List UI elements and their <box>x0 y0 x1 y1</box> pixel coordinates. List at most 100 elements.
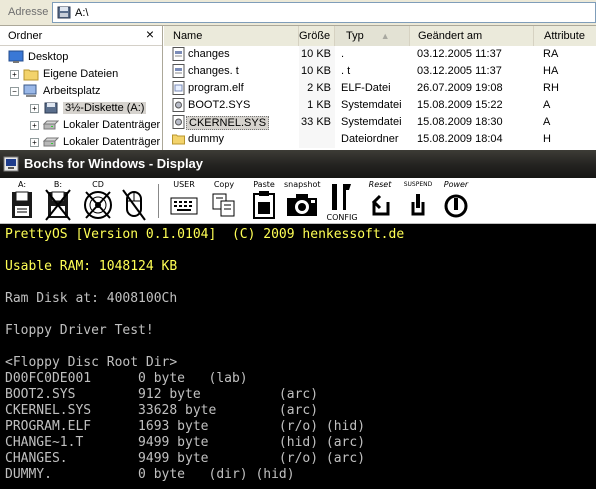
file-row[interactable]: CKERNEL.SYS 33 KB Systemdatei 15.08.2009 18… <box>164 114 596 131</box>
folder-icon <box>172 132 185 146</box>
console-line: CKERNEL.SYS 33628 byte (arc) <box>5 403 319 418</box>
system-file-icon <box>172 98 185 112</box>
file-modified: 03.12.2005 11:37 <box>417 65 502 77</box>
user-keyboard-icon <box>170 197 198 215</box>
column-header-type-label: Typ <box>346 30 364 42</box>
tree-item-my-computer[interactable]: − Arbeitsplatz <box>10 83 100 99</box>
bochs-title-text: Bochs for Windows - Display <box>24 156 204 171</box>
file-attributes: A <box>543 99 551 111</box>
file-row[interactable]: changes 10 KB. 03.12.2005 11:37 RA <box>164 46 596 63</box>
file-type: . <box>341 48 345 60</box>
file-size: 1 KB <box>307 99 331 111</box>
system-file-icon <box>172 115 185 129</box>
bochs-window: Bochs for Windows - Display A: B: CD USE… <box>0 150 596 489</box>
expand-icon[interactable]: + <box>10 69 19 79</box>
tree-item-local-disk-1[interactable]: + Lokaler Datenträger <box>30 117 160 133</box>
text-file-icon <box>172 64 185 78</box>
file-modified: 03.12.2005 11:37 <box>417 48 502 60</box>
tree-item-my-documents[interactable]: + Eigene Dateien <box>10 66 118 82</box>
file-list-header: Name Größe Typ ▲ Geändert am Attribute <box>164 26 596 46</box>
tree-item-label: 3½-Diskette (A:) <box>63 102 147 114</box>
size-column-shade <box>299 131 335 148</box>
file-size: 2 KB <box>307 82 331 94</box>
file-type: Dateiordner <box>341 133 399 145</box>
hard-drive-icon <box>43 137 59 147</box>
floppy-b-icon <box>45 189 71 221</box>
tree-item-local-disk-2[interactable]: + Lokaler Datenträger <box>30 134 160 150</box>
reset-button[interactable]: Reset <box>364 180 396 222</box>
snapshot-icon <box>287 194 317 216</box>
paste-icon <box>253 191 275 219</box>
generic-file-icon <box>172 81 185 95</box>
cdrom-button[interactable]: CD <box>82 180 114 222</box>
file-name: BOOT2.SYS <box>188 99 251 111</box>
copy-icon <box>212 193 235 217</box>
file-size: 10 KB <box>301 48 331 60</box>
column-header-type[interactable]: Typ ▲ <box>335 26 410 46</box>
bochs-title-bar[interactable]: Bochs for Windows - Display <box>0 150 596 178</box>
file-row[interactable]: changes. t 10 KB . t 03.12.2005 11:37 HA <box>164 63 596 80</box>
file-type: . t <box>341 65 351 77</box>
tree-item-label: Desktop <box>28 51 69 63</box>
file-name: changes <box>188 48 230 60</box>
vga-console[interactable]: PrettyOS [Version 0.1.0104] (C) 2009 hen… <box>0 225 596 489</box>
floppy-a-icon <box>12 191 32 218</box>
cdrom-icon <box>84 191 112 219</box>
column-header-attributes[interactable]: Attribute <box>534 26 596 46</box>
address-input[interactable]: A:\ <box>52 2 596 23</box>
config-button[interactable]: CONFIG <box>326 180 358 222</box>
expand-icon[interactable]: + <box>30 103 39 113</box>
mouse-icon <box>122 189 146 221</box>
file-list: Name Größe Typ ▲ Geändert am Attribute c… <box>164 26 596 150</box>
file-size: 33 KB <box>301 116 331 128</box>
floppy-drive-icon <box>44 102 58 114</box>
user-keyboard-button[interactable]: USER <box>168 180 200 222</box>
file-row[interactable]: BOOT2.SYS 1 KB Systemdatei 15.08.2009 15:22… <box>164 97 596 114</box>
suspend-button[interactable]: SUSPEND <box>402 180 434 222</box>
reset-icon <box>371 194 390 216</box>
bochs-app-icon <box>3 156 19 172</box>
suspend-icon <box>411 194 425 216</box>
close-icon[interactable]: × <box>146 26 154 42</box>
tree-item-desktop[interactable]: Desktop <box>8 49 68 65</box>
tree-item-label: Arbeitsplatz <box>43 85 101 97</box>
paste-button[interactable]: Paste <box>248 180 280 222</box>
expand-icon[interactable]: + <box>30 120 39 130</box>
hard-drive-icon <box>43 120 59 130</box>
console-line: DUMMY. 0 byte (dir) (hid) <box>5 467 295 482</box>
floppy-a-button[interactable]: A: <box>6 180 38 222</box>
config-label: CONFIG <box>326 213 358 222</box>
console-line: PROGRAM.ELF 1693 byte (r/o) (hid) <box>5 419 366 434</box>
console-line: Usable RAM: 1048124 KB <box>5 259 178 274</box>
console-line: Floppy Driver Test! <box>5 323 154 338</box>
floppy-b-button[interactable]: B: <box>42 180 74 222</box>
tree-item-label: Eigene Dateien <box>43 68 119 80</box>
file-attributes: RA <box>543 48 559 60</box>
file-name: dummy <box>188 133 225 145</box>
copy-button[interactable]: Copy <box>208 180 240 222</box>
expand-icon[interactable]: + <box>30 137 39 147</box>
file-row[interactable]: dummy Dateiordner 15.08.2009 18:04 H <box>164 131 596 148</box>
file-type: ELF-Datei <box>341 82 391 94</box>
toolbar-separator <box>158 184 159 218</box>
file-row[interactable]: program.elf 2 KB ELF-Datei 26.07.2009 19:08… <box>164 80 596 97</box>
file-name: CKERNEL.SYS <box>186 116 270 130</box>
tree-item-floppy-a[interactable]: + 3½-Diskette (A:) <box>30 100 147 116</box>
collapse-icon[interactable]: − <box>10 86 19 96</box>
file-modified: 26.07.2009 19:08 <box>417 82 503 94</box>
console-line: CHANGE~1.T 9499 byte (hid) (arc) <box>5 435 366 450</box>
file-attributes: RH <box>543 82 559 94</box>
mouse-button[interactable] <box>118 180 150 222</box>
desktop-icon <box>8 50 24 63</box>
column-header-modified[interactable]: Geändert am <box>410 26 534 46</box>
column-header-name[interactable]: Name <box>164 26 299 46</box>
column-header-size[interactable]: Größe <box>299 26 335 46</box>
file-type: Systemdatei <box>341 99 402 111</box>
power-button[interactable]: Power <box>440 180 472 222</box>
address-bar: Adresse A:\ <box>0 0 596 26</box>
floppy-drive-icon <box>57 6 71 19</box>
computer-icon <box>23 84 37 97</box>
console-line: CHANGES. 9499 byte (r/o) (arc) <box>5 451 366 466</box>
console-line: Ram Disk at: 4008100Ch <box>5 291 178 306</box>
snapshot-button[interactable]: snapshot <box>284 180 321 222</box>
